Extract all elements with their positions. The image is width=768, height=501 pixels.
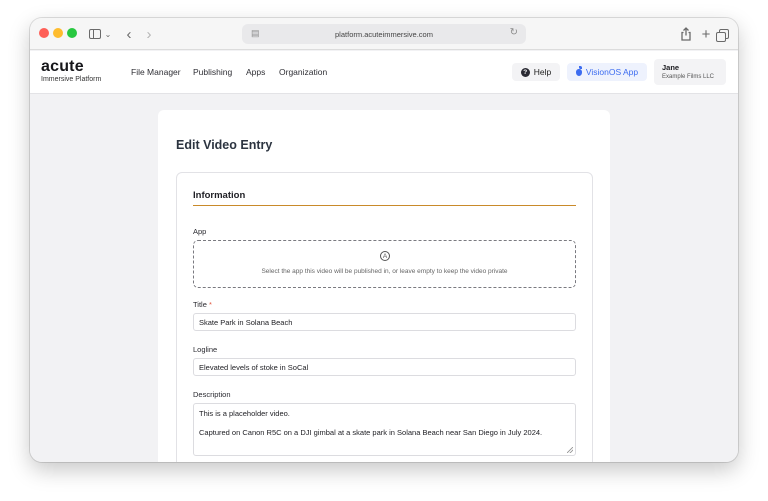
- plus-icon[interactable]: +: [699, 24, 713, 44]
- visionos-label: VisionOS App: [585, 67, 639, 77]
- required-marker: *: [208, 300, 212, 309]
- description-textarea[interactable]: This is a placeholder video. Captured on…: [193, 403, 576, 456]
- nav-publishing[interactable]: Publishing: [193, 67, 232, 77]
- edit-card: Edit Video Entry Information App A Selec…: [158, 110, 610, 462]
- question-icon: ?: [520, 67, 530, 77]
- browser-window: ⌄ ‹ › ▤ platform.acuteimmersive.com ↻ + …: [30, 18, 738, 462]
- description-line-1: This is a placeholder video.: [199, 409, 290, 418]
- brand-subtitle: Immersive Platform: [41, 76, 102, 83]
- nav-file-manager[interactable]: File Manager: [131, 67, 181, 77]
- logline-input[interactable]: Elevated levels of stoke in SoCal: [193, 358, 576, 376]
- sidebar-icon: [88, 29, 101, 39]
- close-window-button[interactable]: [39, 28, 49, 38]
- user-menu[interactable]: Jane Example Films LLC: [654, 59, 726, 85]
- browser-toolbar: ⌄ ‹ › ▤ platform.acuteimmersive.com ↻ +: [30, 18, 738, 50]
- tabs-icon[interactable]: [716, 24, 731, 44]
- url-text: platform.acuteimmersive.com: [335, 29, 433, 39]
- app-label: App: [193, 227, 207, 236]
- sidebar-toggle-button[interactable]: ⌄: [84, 24, 116, 44]
- page-title: Edit Video Entry: [176, 138, 273, 152]
- section-divider: [193, 205, 576, 206]
- app-dropzone-text: Select the app this video will be publis…: [261, 268, 508, 275]
- help-label: Help: [533, 67, 552, 77]
- app-store-icon: A: [380, 251, 390, 261]
- apple-icon: [575, 65, 582, 76]
- help-button[interactable]: ? Help: [512, 63, 560, 81]
- back-arrow-icon[interactable]: ‹: [120, 24, 138, 44]
- logline-label: Logline: [193, 345, 218, 354]
- user-name: Jane: [662, 63, 680, 72]
- visionos-app-button[interactable]: VisionOS App: [567, 63, 647, 81]
- app-header: acute Immersive Platform File Manager Pu…: [30, 51, 738, 94]
- forward-arrow-icon[interactable]: ›: [140, 24, 158, 44]
- address-bar[interactable]: ▤ platform.acuteimmersive.com ↻: [242, 24, 526, 44]
- page-content: Edit Video Entry Information App A Selec…: [30, 95, 738, 462]
- user-organization: Example Films LLC: [662, 74, 715, 80]
- description-line-2: Captured on Canon R5C on a DJI gimbal at…: [199, 427, 543, 437]
- chevron-down-icon: ⌄: [104, 29, 112, 39]
- description-label: Description: [193, 390, 231, 399]
- resize-handle-icon[interactable]: [567, 447, 573, 453]
- information-panel: Information App A Select the app this vi…: [176, 172, 593, 462]
- title-input[interactable]: Skate Park in Solana Beach: [193, 313, 576, 331]
- section-title: Information: [193, 190, 246, 201]
- reload-icon[interactable]: ↻: [510, 27, 518, 38]
- title-label-text: Title: [193, 300, 207, 309]
- app-select-dropzone[interactable]: A Select the app this video will be publ…: [193, 240, 576, 288]
- title-label: Title *: [193, 300, 212, 309]
- brand-name: acute: [41, 58, 84, 75]
- minimize-window-button[interactable]: [53, 28, 63, 38]
- share-icon[interactable]: [679, 24, 693, 44]
- page-settings-icon[interactable]: ▤: [251, 28, 260, 39]
- brand-logo[interactable]: acute Immersive Platform: [41, 58, 102, 84]
- nav-apps[interactable]: Apps: [246, 67, 265, 77]
- zoom-window-button[interactable]: [67, 28, 77, 38]
- nav-organization[interactable]: Organization: [279, 67, 327, 77]
